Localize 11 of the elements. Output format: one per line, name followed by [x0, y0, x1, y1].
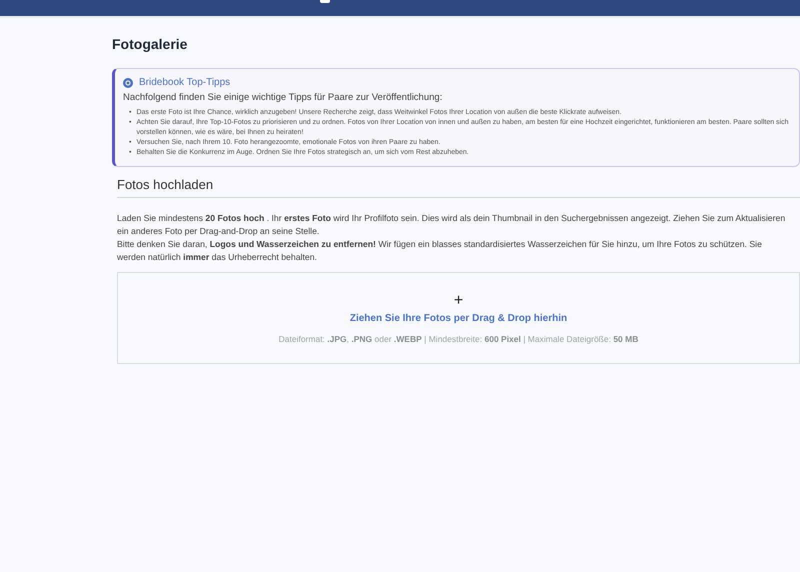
tips-intro: Nachfolgend finden Sie einige wichtige Tipps für Paare zur Veröffentlichung: [123, 92, 444, 103]
page-title: Fotogalerie [112, 36, 188, 52]
tips-title: Bridebook Top-Tipps [139, 77, 230, 88]
paragraph: Bitte denken Sie daran, Logos und Wasserzeichen zu entfernen! Wir fügen ein blasses standardisiertes Wasserzeichen für Sie hinzu, um Ihre Fotos zu schützen. Sie werden natürlich immer das Urheberrecht behalten. [117, 238, 763, 264]
paragraph: Laden Sie mindestens 20 Fotos hoch . Ihr erstes Foto wird Ihr Profilfoto sein. Dies wird als dein Thumbnail in den Suchergebnissen angezeigt. Ziehen Sie zum Aktualisieren ein anderes Foto per Drag-and-Drop an seine Stelle. [117, 212, 786, 238]
drop-zone[interactable]: + Ziehen Sie Ihre Fotos per Drag & Drop hierhin Dateiformat: .JPG, .PNG oder .WEBP | Mindestbreite: 600 Pixel | Maximale Dateigröße: 50 MB [117, 272, 800, 364]
info-icon [123, 78, 133, 88]
plus-icon: + [454, 292, 464, 308]
file-requirements: Dateiformat: .JPG, .PNG oder .WEBP | Mindestbreite: 600 Pixel | Maximale Dateigröße: 50 MB [278, 334, 638, 344]
section-heading: Fotos hochladen [117, 177, 800, 198]
drop-label: Ziehen Sie Ihre Fotos per Drag & Drop hierhin [350, 312, 568, 324]
